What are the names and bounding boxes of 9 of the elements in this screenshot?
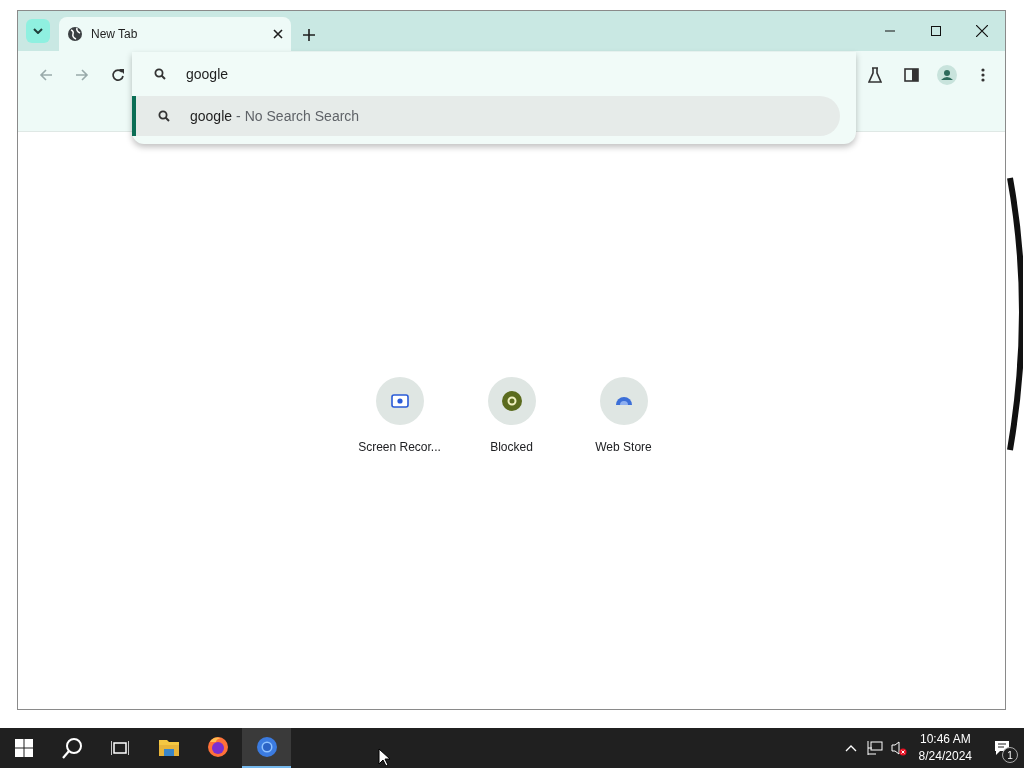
suggestion-item[interactable]: google - No Search Search xyxy=(132,96,840,136)
shortcut-label[interactable]: Screen Recor... xyxy=(358,440,441,454)
shortcut-label[interactable]: Web Store xyxy=(595,440,652,454)
notification-button[interactable]: 1 xyxy=(980,728,1024,768)
browser-tab[interactable]: New Tab xyxy=(59,17,291,51)
address-field[interactable]: google xyxy=(186,66,586,82)
clock[interactable]: 10:46 AM 8/24/2024 xyxy=(910,731,980,765)
tab-title: New Tab xyxy=(91,27,139,41)
shortcut-label[interactable]: Blocked xyxy=(490,440,533,454)
